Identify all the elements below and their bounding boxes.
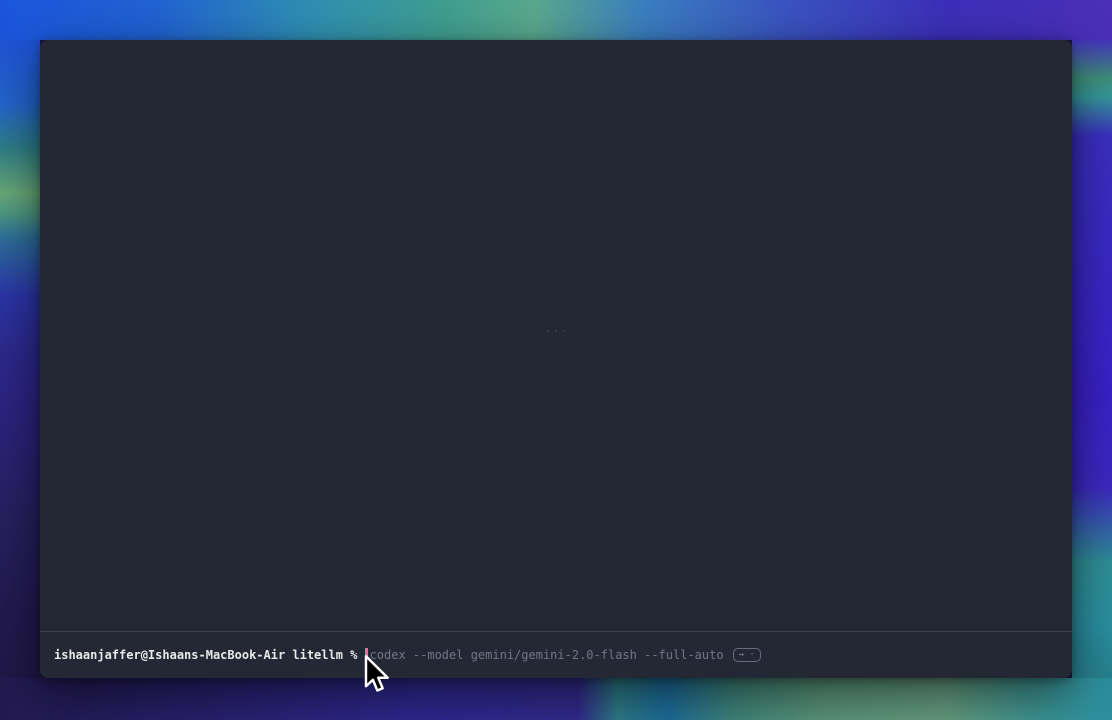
terminal-window[interactable]: ... ishaanjaffer@Ishaans-MacBook-Air lit… [40, 40, 1072, 678]
prompt-directory: litellm [292, 647, 343, 663]
text-cursor [365, 648, 368, 663]
autosuggestion-text: codex --model gemini/gemini-2.0-flash --… [370, 647, 724, 663]
prompt-user-host: ishaanjaffer@Ishaans-MacBook-Air [54, 647, 285, 663]
wallpaper-right-band [1072, 40, 1112, 678]
terminal-output-area[interactable]: ... [40, 40, 1072, 631]
desktop: ... ishaanjaffer@Ishaans-MacBook-Air lit… [0, 0, 1112, 720]
wallpaper-top-band [0, 0, 1112, 40]
command-prompt[interactable]: ishaanjaffer@Ishaans-MacBook-Air litellm… [54, 647, 1062, 663]
prompt-separator [40, 631, 1072, 632]
wallpaper-bottom-band [0, 678, 1112, 720]
loading-ellipsis: ... [545, 322, 568, 335]
wallpaper-left-band [0, 40, 40, 678]
prompt-symbol: % [350, 647, 357, 663]
accept-suggestion-hint-badge: → · [733, 648, 761, 662]
